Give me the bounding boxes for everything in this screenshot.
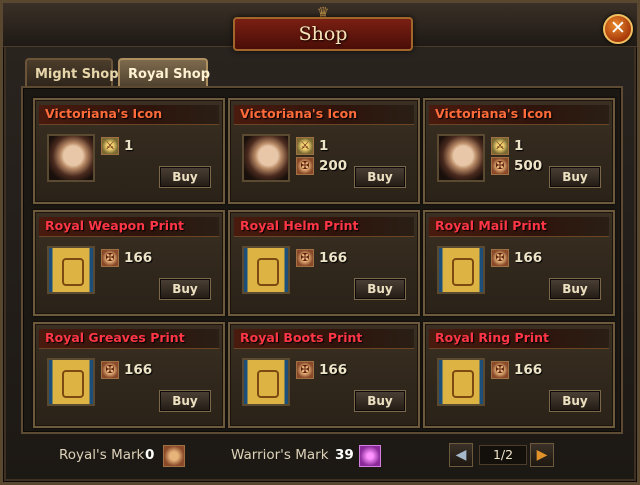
item-title: Royal Boots Print: [240, 330, 363, 345]
buy-button[interactable]: Buy: [354, 278, 406, 300]
royal-mark-icon: ✠: [491, 157, 509, 175]
item-header: Royal Ring Print: [429, 329, 609, 349]
cost-amount: 200: [319, 158, 348, 174]
item-title: Victoriana's Icon: [240, 106, 358, 121]
item-header: Royal Helm Print: [234, 217, 414, 237]
warrior-mark-icon: [359, 445, 381, 467]
page-indicator: 1/2: [479, 445, 527, 465]
item-title: Victoriana's Icon: [45, 106, 163, 121]
shop-window: ♛ Shop ✕ Might Shop Royal Shop Victorian…: [0, 0, 640, 485]
shop-item-card: Royal Helm Print ✠ 166 Buy: [228, 210, 420, 316]
shop-item-card: Victoriana's Icon ⚔ 1 ✠ 500 Buy: [423, 98, 615, 204]
cost-row: ✠ 500: [491, 157, 542, 175]
cost-row: ✠ 166: [491, 249, 542, 267]
prev-page-button[interactable]: ◀: [449, 443, 473, 467]
cost-amount: 1: [124, 138, 134, 154]
tab-might-shop[interactable]: Might Shop: [25, 58, 119, 87]
item-header: Royal Weapon Print: [39, 217, 219, 237]
item-title: Royal Mail Print: [435, 218, 547, 233]
royal-mark-icon: ✠: [491, 249, 509, 267]
royal-mark-value: 0: [145, 447, 155, 463]
cost-amount: 500: [514, 158, 543, 174]
cost-row: ✠ 166: [296, 361, 347, 379]
buy-button[interactable]: Buy: [549, 390, 601, 412]
cost-amount: 166: [514, 250, 543, 266]
buy-button[interactable]: Buy: [159, 166, 211, 188]
item-header: Royal Mail Print: [429, 217, 609, 237]
royal-mark-icon: [163, 445, 185, 467]
cost-row: ✠ 166: [101, 361, 152, 379]
crossed-swords-icon: ⚔: [101, 137, 119, 155]
cost-row: ✠ 166: [296, 249, 347, 267]
portrait-icon[interactable]: [47, 134, 95, 182]
scroll-icon[interactable]: [47, 358, 95, 406]
item-title: Royal Weapon Print: [45, 218, 184, 233]
crossed-swords-icon: ⚔: [491, 137, 509, 155]
close-button[interactable]: ✕: [603, 14, 633, 44]
buy-button[interactable]: Buy: [549, 166, 601, 188]
shop-item-card: Royal Mail Print ✠ 166 Buy: [423, 210, 615, 316]
royal-mark-icon: ✠: [491, 361, 509, 379]
window-title: Shop: [298, 23, 348, 45]
warrior-mark-label: Warrior's Mark: [231, 447, 329, 463]
shop-item-card: Royal Ring Print ✠ 166 Buy: [423, 322, 615, 428]
item-title: Royal Greaves Print: [45, 330, 185, 345]
buy-button[interactable]: Buy: [354, 166, 406, 188]
cost-row: ✠ 166: [101, 249, 152, 267]
shop-item-card: Victoriana's Icon ⚔ 1 Buy: [33, 98, 225, 204]
buy-button[interactable]: Buy: [354, 390, 406, 412]
crossed-swords-icon: ⚔: [296, 137, 314, 155]
item-header: Victoriana's Icon: [234, 105, 414, 125]
tab-royal-shop[interactable]: Royal Shop: [118, 58, 210, 87]
buy-button[interactable]: Buy: [549, 278, 601, 300]
buy-button[interactable]: Buy: [159, 390, 211, 412]
shop-item-grid: Victoriana's Icon ⚔ 1 Buy Victoriana's I…: [21, 86, 623, 434]
cost-amount: 166: [319, 250, 348, 266]
item-header: Victoriana's Icon: [39, 105, 219, 125]
cost-row: ✠ 200: [296, 157, 347, 175]
item-title: Royal Ring Print: [435, 330, 550, 345]
item-header: Victoriana's Icon: [429, 105, 609, 125]
cost-amount: 166: [124, 250, 153, 266]
next-page-button[interactable]: ▶: [530, 443, 554, 467]
shop-footer: Royal's Mark 0 Warrior's Mark 39 ◀ 1/2 ▶: [3, 439, 640, 479]
scroll-icon[interactable]: [47, 246, 95, 294]
cost-amount: 1: [319, 138, 329, 154]
cost-row: ⚔ 1: [101, 137, 133, 155]
cost-row: ✠ 166: [491, 361, 542, 379]
cost-amount: 166: [514, 362, 543, 378]
cost-amount: 1: [514, 138, 524, 154]
cost-row: ⚔ 1: [491, 137, 523, 155]
item-title: Royal Helm Print: [240, 218, 359, 233]
shop-item-card: Victoriana's Icon ⚔ 1 ✠ 200 Buy: [228, 98, 420, 204]
scroll-icon[interactable]: [437, 246, 485, 294]
royal-mark-icon: ✠: [101, 249, 119, 267]
buy-button[interactable]: Buy: [159, 278, 211, 300]
cost-row: ⚔ 1: [296, 137, 328, 155]
scroll-icon[interactable]: [437, 358, 485, 406]
cost-amount: 166: [124, 362, 153, 378]
item-title: Victoriana's Icon: [435, 106, 553, 121]
shop-item-card: Royal Boots Print ✠ 166 Buy: [228, 322, 420, 428]
royal-mark-icon: ✠: [101, 361, 119, 379]
royal-mark-icon: ✠: [296, 157, 314, 175]
shop-item-card: Royal Weapon Print ✠ 166 Buy: [33, 210, 225, 316]
title-plate: Shop: [233, 17, 413, 51]
cost-amount: 166: [319, 362, 348, 378]
shop-item-card: Royal Greaves Print ✠ 166 Buy: [33, 322, 225, 428]
royal-mark-icon: ✠: [296, 361, 314, 379]
portrait-icon[interactable]: [242, 134, 290, 182]
scroll-icon[interactable]: [242, 246, 290, 294]
item-header: Royal Boots Print: [234, 329, 414, 349]
scroll-icon[interactable]: [242, 358, 290, 406]
item-header: Royal Greaves Print: [39, 329, 219, 349]
royal-mark-icon: ✠: [296, 249, 314, 267]
royal-mark-label: Royal's Mark: [59, 447, 145, 463]
warrior-mark-value: 39: [335, 447, 354, 463]
portrait-icon[interactable]: [437, 134, 485, 182]
